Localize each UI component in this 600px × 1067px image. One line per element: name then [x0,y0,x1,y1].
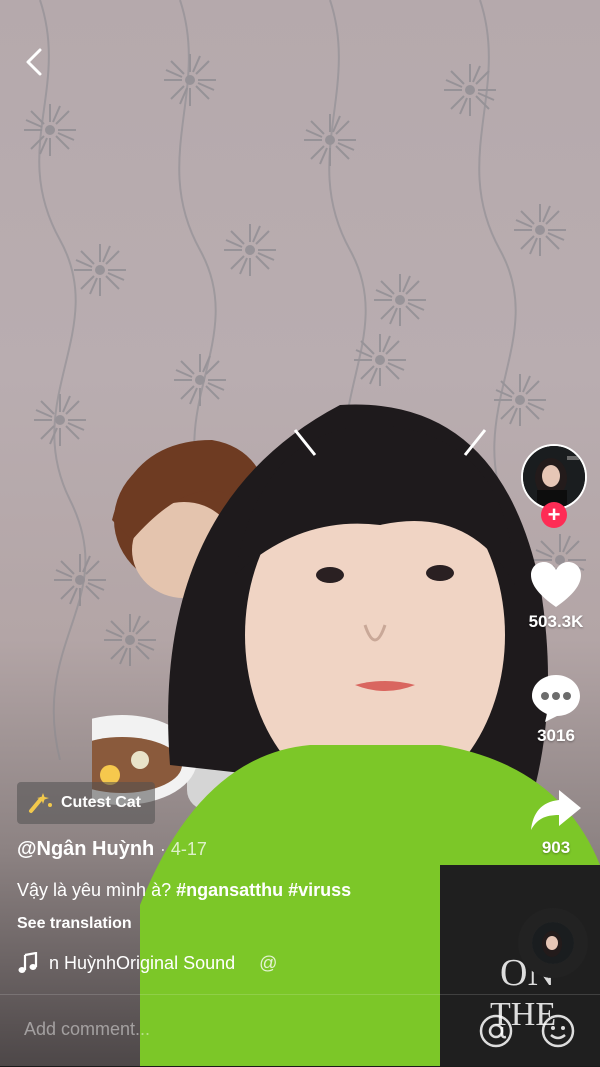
comment-button[interactable]: 3016 [518,672,594,746]
music-note-icon [18,952,38,973]
chevron-left-icon [26,48,42,76]
video-caption: Vậy là yêu mình à? #ngansatthu #viruss [17,880,351,901]
music-at-symbol: @ [259,952,278,973]
effect-chip[interactable]: Cutest Cat [17,782,156,824]
avatar[interactable] [521,444,587,510]
sound-disc-button[interactable] [518,908,588,978]
plus-icon: + [547,502,561,527]
see-translation-link[interactable]: See translation [17,915,132,933]
video-frame[interactable]: ON THE [0,0,600,1066]
hashtag-link[interactable]: #viruss [288,880,351,900]
like-button[interactable]: 503.3K [518,560,594,632]
author-handle[interactable]: @Ngân Huỳnh [17,838,154,860]
effect-label: Cutest Cat [61,794,142,811]
share-button[interactable]: 903 [518,786,594,858]
post-date-separator: · [159,839,171,859]
music-info[interactable]: n HuỳnhOriginal Sound @ [17,952,337,974]
hashtag-link[interactable]: #ngansatthu [176,880,283,900]
avatar-image [523,446,585,508]
post-date: 4-17 [170,839,207,859]
share-arrow-icon [531,790,581,830]
music-title: n HuỳnhOriginal Sound [49,952,236,973]
author-handle-line[interactable]: @Ngân Huỳnh · 4-17 [17,838,207,861]
emoji-icon[interactable] [540,1013,576,1049]
comment-bubble-icon [532,675,580,722]
share-count: 903 [541,838,571,857]
sound-disc-cover [532,922,574,964]
heart-icon [531,562,581,607]
back-button[interactable] [18,44,50,80]
follow-button[interactable]: + [541,502,567,528]
music-disc-icon [532,922,574,964]
like-count: 503.3K [528,612,584,631]
comment-bar: Add comment... [0,994,600,1067]
author-avatar-button[interactable]: + [521,444,587,528]
at-mention-icon[interactable] [478,1013,514,1049]
comment-count: 3016 [537,726,575,745]
sparkle-effect-icon [29,793,52,813]
comment-input[interactable]: Add comment... [24,1019,150,1040]
caption-text: Vậy là yêu mình à? [17,880,172,900]
